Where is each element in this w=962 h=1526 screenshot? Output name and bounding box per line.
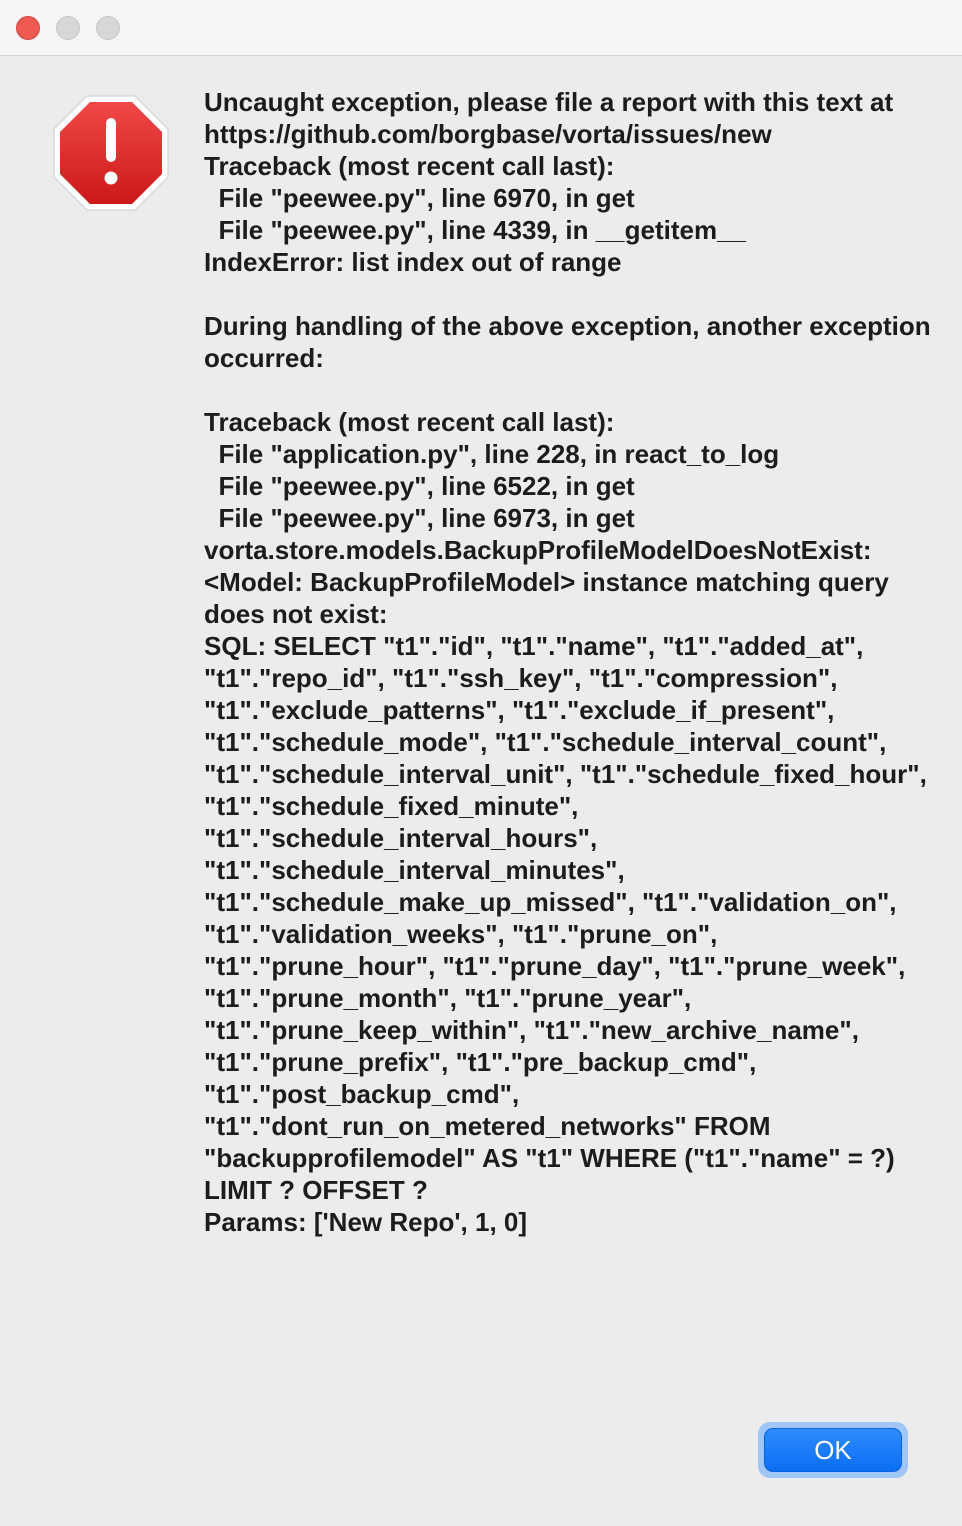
stop-exclamation-icon: [53, 95, 169, 211]
title-bar: [0, 0, 962, 56]
zoom-window-button[interactable]: [96, 16, 120, 40]
ok-button[interactable]: OK: [764, 1428, 902, 1472]
error-dialog-window: Uncaught exception, please file a report…: [0, 0, 962, 1526]
minimize-window-button[interactable]: [56, 16, 80, 40]
error-message-text: Uncaught exception, please file a report…: [204, 87, 931, 1237]
close-window-button[interactable]: [16, 16, 40, 40]
